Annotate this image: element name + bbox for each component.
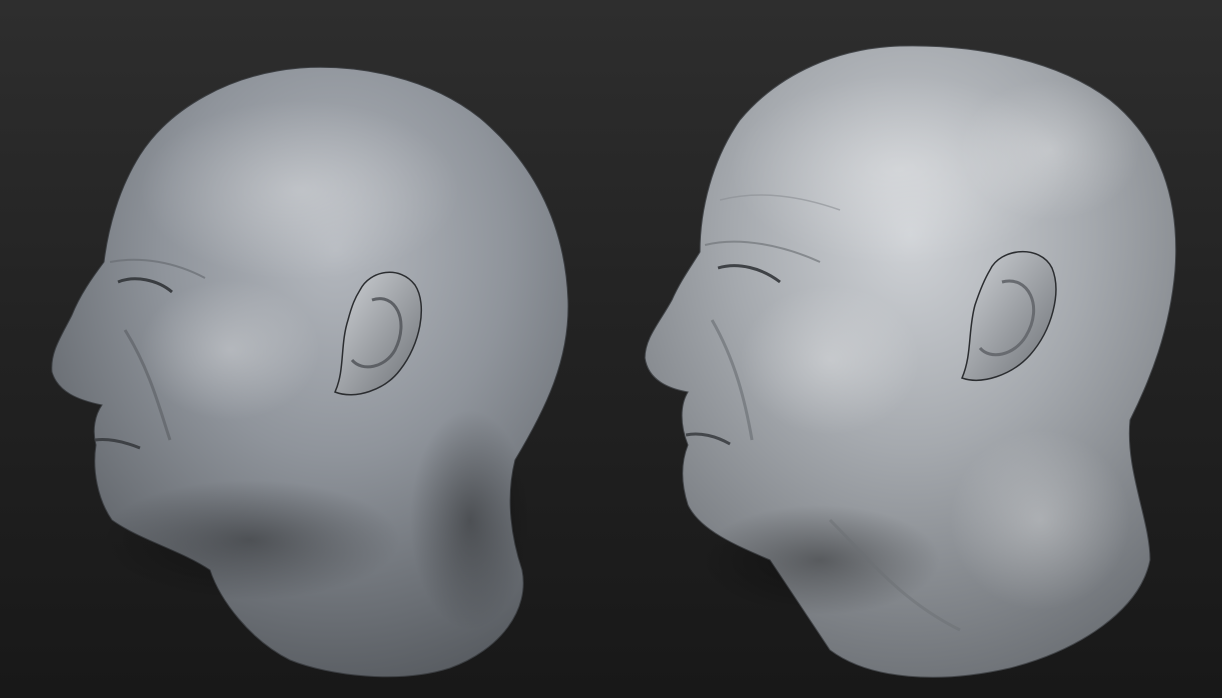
- neck-shadow: [410, 410, 530, 630]
- cheek-highlight: [140, 280, 320, 420]
- sculpt-render: [51, 45, 1177, 678]
- 3d-viewport-canvas[interactable]: [0, 0, 1222, 698]
- head-left[interactable]: [51, 66, 569, 678]
- jaw-shadow: [700, 505, 940, 615]
- forehead-highlight: [140, 100, 460, 280]
- cheek-highlight: [740, 285, 920, 435]
- head-right[interactable]: [644, 45, 1177, 678]
- jaw-shadow: [100, 480, 400, 600]
- skull-highlight: [960, 80, 1140, 220]
- neck-highlight: [950, 430, 1130, 610]
